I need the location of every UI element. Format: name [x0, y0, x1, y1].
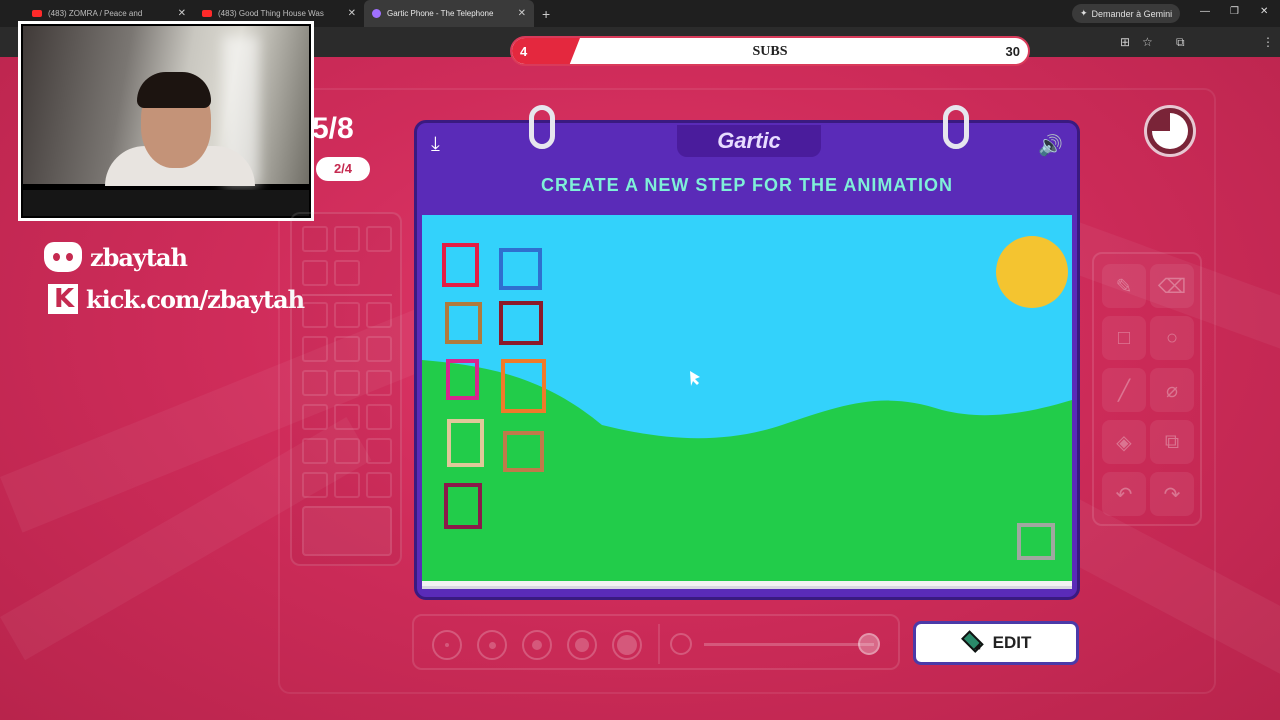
- browser-tab-3[interactable]: Gartic Phone - The Telephone ✕: [364, 0, 534, 27]
- custom-color-swatch[interactable]: [302, 506, 392, 556]
- discord-icon: [44, 242, 82, 272]
- minimize-icon[interactable]: —: [1200, 6, 1210, 17]
- sun: [996, 236, 1068, 308]
- drawing-notebook: Gartic ⤓ 🔊 CREATE A NEW STEP FOR THE ANI…: [414, 105, 1080, 600]
- color-swatch[interactable]: [302, 336, 328, 362]
- notebook-ring: [943, 105, 969, 149]
- mouse-cursor-icon: [690, 371, 700, 386]
- layers-icon[interactable]: ⧉: [1150, 420, 1194, 464]
- close-window-icon[interactable]: ✕: [1260, 6, 1268, 17]
- canvas-drawing: [422, 236, 1072, 581]
- color-palette: [290, 212, 402, 566]
- translate-icon[interactable]: ⊞: [1120, 35, 1130, 49]
- square-dark-red: [499, 301, 543, 345]
- color-swatch[interactable]: [366, 438, 392, 464]
- undo-icon[interactable]: ↶: [1102, 472, 1146, 516]
- brush-size-2[interactable]: [477, 630, 507, 660]
- subs-goal: 30: [1005, 44, 1020, 59]
- square-red: [442, 243, 479, 287]
- color-swatch[interactable]: [366, 370, 392, 396]
- color-swatch[interactable]: [302, 438, 328, 464]
- color-swatch[interactable]: [334, 260, 360, 286]
- fill-icon[interactable]: ◈: [1102, 420, 1146, 464]
- color-swatch[interactable]: [302, 472, 328, 498]
- gemini-button[interactable]: ✦ Demander à Gemini: [1072, 4, 1181, 23]
- gartic-icon: [372, 9, 381, 18]
- kick-handle: kick.com/zbaytah: [48, 284, 305, 314]
- brush-size-3[interactable]: [522, 630, 552, 660]
- subs-label: SUBS: [752, 44, 788, 59]
- drawing-canvas[interactable]: [422, 215, 1072, 581]
- gemini-icon: ✦: [1080, 8, 1088, 18]
- subs-goal-bar: 4 SUBS 30: [510, 36, 1030, 66]
- color-swatch[interactable]: [334, 472, 360, 498]
- edit-button[interactable]: EDIT: [913, 621, 1079, 665]
- close-tab-icon[interactable]: ✕: [348, 8, 356, 19]
- brush-size-5[interactable]: [612, 630, 642, 660]
- color-swatch[interactable]: [334, 404, 360, 430]
- notebook-ring: [529, 105, 555, 149]
- paper-edge: [422, 581, 1072, 589]
- color-swatch[interactable]: [302, 370, 328, 396]
- kick-icon: [48, 284, 78, 314]
- opacity-slider[interactable]: [704, 643, 874, 646]
- opacity-slider-handle[interactable]: [858, 633, 880, 655]
- color-swatch[interactable]: [334, 438, 360, 464]
- webcam-overlay: [18, 21, 314, 221]
- new-tab-icon[interactable]: +: [542, 6, 550, 22]
- gartic-logo: Gartic: [677, 125, 821, 157]
- square-blue: [499, 248, 542, 290]
- tools-panel: ✎ ⌫ □ ○ ╱ ⌀ ◈ ⧉ ↶ ↷: [1092, 252, 1202, 526]
- youtube-icon: [202, 10, 212, 17]
- color-swatch[interactable]: [366, 302, 392, 328]
- pencil-icon[interactable]: ✎: [1102, 264, 1146, 308]
- youtube-icon: [32, 10, 42, 17]
- bookmark-star-icon[interactable]: ☆: [1142, 35, 1153, 49]
- color-swatch[interactable]: [334, 226, 360, 252]
- pencil-icon: [956, 629, 984, 657]
- download-icon[interactable]: ⤓: [431, 133, 440, 156]
- color-swatch[interactable]: [366, 226, 392, 252]
- round-counter: 5/8: [312, 112, 354, 145]
- eyedropper-icon[interactable]: ⌀: [1150, 368, 1194, 412]
- extensions-icon[interactable]: ⧉: [1176, 35, 1185, 50]
- color-swatch[interactable]: [366, 336, 392, 362]
- color-swatch[interactable]: [302, 226, 328, 252]
- opacity-min[interactable]: [670, 633, 692, 655]
- color-swatch[interactable]: [366, 404, 392, 430]
- color-swatch[interactable]: [366, 472, 392, 498]
- color-swatch[interactable]: [302, 302, 328, 328]
- square-brown: [445, 302, 482, 344]
- color-swatch[interactable]: [334, 302, 360, 328]
- color-swatch[interactable]: [334, 336, 360, 362]
- close-tab-icon[interactable]: ✕: [178, 8, 186, 19]
- color-swatch[interactable]: [302, 404, 328, 430]
- circle-icon[interactable]: ○: [1150, 316, 1194, 360]
- sound-icon[interactable]: 🔊: [1038, 133, 1063, 158]
- redo-icon[interactable]: ↷: [1150, 472, 1194, 516]
- prompt-text: CREATE A NEW STEP FOR THE ANIMATION: [541, 175, 953, 195]
- notebook-header: Gartic ⤓ 🔊 CREATE A NEW STEP FOR THE ANI…: [417, 123, 1077, 215]
- color-swatch[interactable]: [334, 370, 360, 396]
- eraser-icon[interactable]: ⌫: [1150, 264, 1194, 308]
- timer-icon: [1144, 105, 1196, 157]
- sub-round-counter: 2/4: [316, 157, 370, 181]
- restore-icon[interactable]: ❐: [1230, 6, 1239, 17]
- close-tab-icon[interactable]: ✕: [518, 8, 526, 19]
- brush-size-1[interactable]: [432, 630, 462, 660]
- brush-size-controls: [412, 614, 900, 670]
- discord-handle: zbaytah: [44, 242, 188, 272]
- rectangle-icon[interactable]: □: [1102, 316, 1146, 360]
- webcam-feed: [23, 26, 309, 186]
- brush-size-4[interactable]: [567, 630, 597, 660]
- color-swatch[interactable]: [302, 260, 328, 286]
- line-icon[interactable]: ╱: [1102, 368, 1146, 412]
- menu-icon[interactable]: ⋮: [1262, 35, 1274, 49]
